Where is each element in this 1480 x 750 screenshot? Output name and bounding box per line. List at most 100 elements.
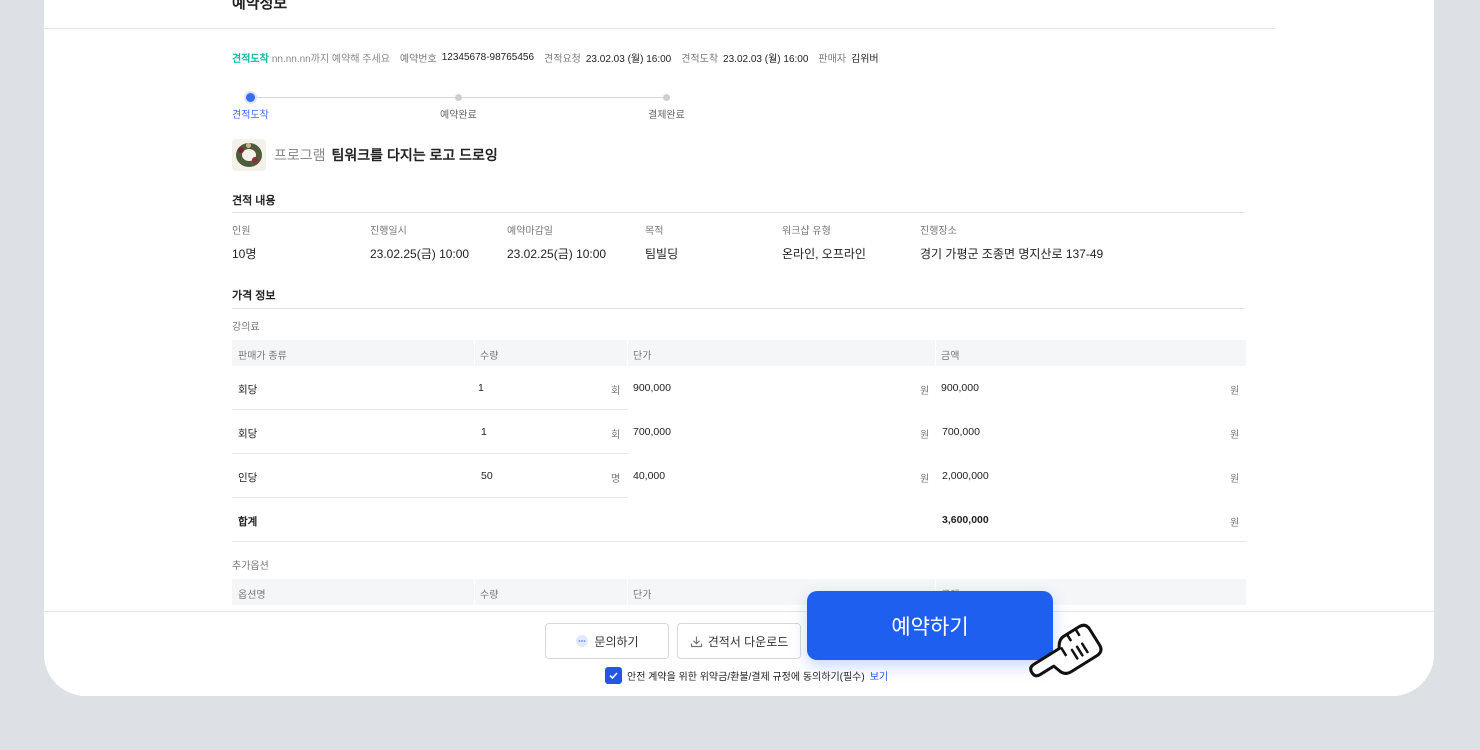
option-table: 옵션명 수량 단가 금액	[232, 579, 1246, 605]
field-location: 진행장소 경기 가평군 조종면 명지산로 137-49	[920, 222, 1103, 262]
cell-unit-price: 900,000	[633, 382, 671, 394]
download-icon	[690, 635, 703, 648]
table-row-total: 합계 3,600,000 원	[232, 498, 1246, 542]
program-summary[interactable]: 프로그램 팀워크를 다지는 로고 드로잉	[232, 139, 498, 171]
field-value: 경기 가평군 조종면 명지산로 137-49	[920, 247, 1104, 261]
col-header-unit-price: 단가	[633, 351, 652, 362]
inquiry-label: 문의하기	[594, 634, 639, 649]
page-title: 예약정보	[232, 0, 288, 12]
field-label: 진행일시	[370, 226, 407, 237]
step-dot	[455, 94, 462, 101]
meta-label-seller: 판매자	[818, 54, 847, 65]
field-label: 진행장소	[920, 226, 957, 237]
agree-text: 안전 계약을 위한 위약금/환불/결제 규정에 동의하기(필수)	[627, 672, 865, 683]
bottom-action-bar: 문의하기 견적서 다운로드 안전 계약을 위한 위약금/환불/결제 규정에 동의…	[44, 611, 1434, 696]
total-amount-unit: 원	[1230, 518, 1240, 529]
cell-qty: 1	[478, 382, 484, 394]
price-table: 판매가 종류 수량 단가 금액 회당 1 회 900,000 원 900,000…	[232, 340, 1246, 542]
agreement-row: 안전 계약을 위한 위약금/환불/결제 규정에 동의하기(필수) 보기	[605, 667, 888, 684]
reserve-label: 예약하기	[891, 615, 969, 639]
table-row: 회당 1 회 900,000 원 900,000 원	[232, 366, 1246, 410]
agree-checkbox[interactable]	[605, 667, 622, 684]
cell-amount-unit: 원	[1230, 474, 1240, 485]
page-header: 예약정보	[44, 0, 1275, 29]
chat-bubble-icon	[575, 634, 589, 648]
divider	[232, 308, 1245, 309]
cell-price-unit: 원	[920, 474, 930, 485]
field-label: 워크샵 유형	[782, 226, 831, 237]
table-row: 회당 1 회 700,000 원 700,000 원	[232, 410, 1246, 454]
scroll-content[interactable]: 예약정보 견적도착 nn.nn.nn까지 예약해 주세요 예약번호 123456…	[44, 0, 1434, 611]
cell-amount: 700,000	[942, 426, 980, 438]
col-header-qty: 수량	[480, 590, 499, 601]
col-header-unit-price: 단가	[633, 590, 652, 601]
cell-qty: 1	[481, 426, 487, 438]
download-label: 견적서 다운로드	[707, 634, 789, 649]
col-header-type: 판매가 종류	[238, 351, 287, 362]
step-dot	[663, 94, 670, 101]
field-workshop-type: 워크샵 유형 온라인, 오프라인	[782, 222, 866, 262]
program-name: 팀워크를 다지는 로고 드로잉	[331, 147, 498, 163]
step-label: 예약완료	[440, 110, 477, 121]
estimate-fields: 인원 10명 진행일시 23.02.25(금) 10:00 예약마감일 23.0…	[232, 222, 1245, 262]
field-label: 인원	[232, 226, 251, 237]
cell-qty-unit: 명	[611, 474, 621, 485]
meta-label-arrival: 견적도착	[681, 54, 719, 65]
cell-qty-unit: 회	[611, 430, 621, 441]
field-headcount: 인원 10명	[232, 222, 256, 262]
cell-qty: 50	[481, 470, 493, 482]
cell-amount-unit: 원	[1230, 430, 1240, 441]
pointing-hand-icon	[1020, 612, 1110, 690]
extra-option-label: 추가옵션	[232, 561, 269, 572]
total-label: 합계	[238, 516, 258, 528]
cell-type: 회당	[238, 384, 258, 396]
meta-value-arrival: 23.02.03 (월) 16:00	[723, 54, 809, 65]
deadline-hint: nn.nn.nn까지 예약해 주세요	[271, 54, 390, 65]
reserve-button[interactable]: 예약하기	[807, 591, 1053, 660]
program-type: 프로그램	[274, 147, 326, 163]
estimate-section-title: 견적 내용	[232, 195, 276, 207]
cell-type: 회당	[238, 428, 258, 440]
meta-label-request: 견적요청	[544, 54, 581, 65]
inquiry-button[interactable]: 문의하기	[545, 623, 669, 659]
price-section-title: 가격 정보	[232, 290, 276, 302]
field-purpose: 목적 팀빌딩	[645, 222, 678, 262]
cell-amount: 2,000,000	[942, 470, 989, 482]
view-terms-link[interactable]: 보기	[870, 668, 888, 683]
step-dot	[246, 93, 255, 102]
field-value: 10명	[232, 247, 257, 261]
divider	[232, 212, 1245, 213]
field-value: 온라인, 오프라인	[782, 247, 866, 261]
field-label: 예약마감일	[507, 226, 553, 237]
lecture-fee-label: 강의료	[232, 322, 260, 333]
field-datetime: 진행일시 23.02.25(금) 10:00	[370, 222, 469, 262]
field-value: 23.02.25(금) 10:00	[507, 247, 607, 261]
price-table-header: 판매가 종류 수량 단가 금액	[232, 340, 1246, 366]
meta-value-reservation-no: 12345678-98765456	[441, 52, 535, 63]
field-value: 23.02.25(금) 10:00	[370, 247, 470, 261]
step-label: 견적도착	[232, 110, 269, 121]
program-thumbnail	[232, 139, 266, 171]
meta-label-reservation-no: 예약번호	[399, 54, 437, 65]
field-value: 팀빌딩	[645, 247, 679, 261]
cell-price-unit: 원	[920, 386, 930, 397]
step-label: 결제완료	[648, 110, 685, 121]
download-quote-button[interactable]: 견적서 다운로드	[677, 623, 801, 659]
col-header-qty: 수량	[480, 351, 499, 362]
cell-amount: 900,000	[941, 382, 979, 394]
option-table-header: 옵션명 수량 단가 금액	[232, 579, 1246, 605]
status-badge: 견적도착	[232, 54, 269, 65]
field-label: 목적	[645, 226, 664, 237]
meta-value-seller: 김위버	[851, 54, 879, 65]
reservation-card: 예약정보 견적도착 nn.nn.nn까지 예약해 주세요 예약번호 123456…	[44, 0, 1434, 696]
table-row: 인당 50 명 40,000 원 2,000,000 원	[232, 454, 1246, 498]
cell-qty-unit: 회	[611, 386, 621, 397]
cell-amount-unit: 원	[1230, 386, 1240, 397]
meta-value-request: 23.02.03 (월) 16:00	[585, 54, 672, 65]
cell-type: 인당	[238, 472, 258, 484]
total-amount: 3,600,000	[942, 514, 989, 526]
field-deadline: 예약마감일 23.02.25(금) 10:00	[507, 222, 606, 262]
cell-price-unit: 원	[920, 430, 930, 441]
col-header-amount: 금액	[941, 351, 960, 362]
cell-unit-price: 700,000	[633, 426, 671, 438]
